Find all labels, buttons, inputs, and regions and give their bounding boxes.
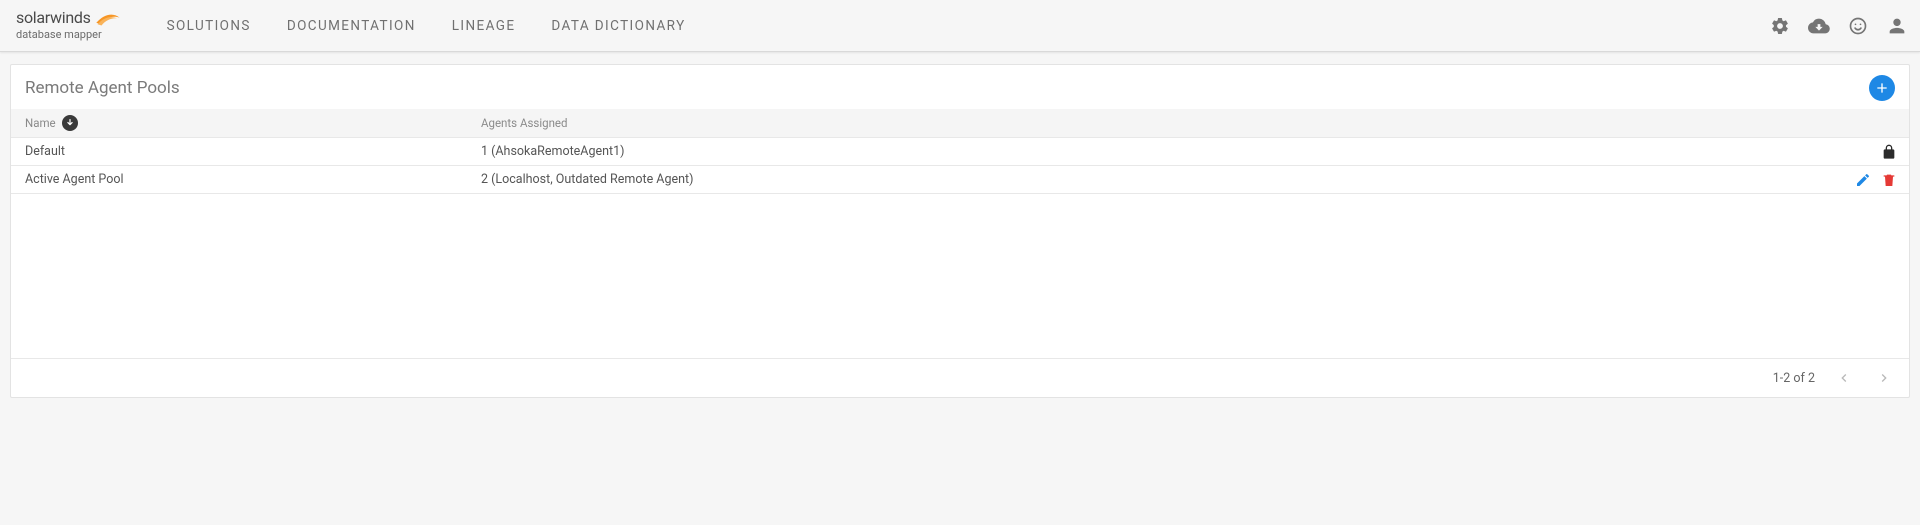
settings-icon[interactable]: [1770, 16, 1790, 36]
content-area: Remote Agent Pools Name Agents Assigned: [0, 52, 1920, 410]
feedback-smiley-icon[interactable]: [1848, 16, 1868, 36]
topbar-actions: [1770, 15, 1908, 37]
brand-swoosh-icon: [95, 11, 121, 27]
brand-name: solarwinds: [16, 10, 91, 27]
edit-button[interactable]: [1855, 172, 1871, 188]
user-account-icon[interactable]: [1886, 15, 1908, 37]
brand: solarwinds database mapper: [16, 10, 121, 40]
nav-lineage[interactable]: LINEAGE: [452, 18, 516, 34]
sort-desc-icon: [62, 115, 78, 131]
pool-name: Default: [25, 144, 65, 159]
column-header-name[interactable]: Name: [11, 109, 471, 137]
nav-documentation[interactable]: DOCUMENTATION: [287, 18, 416, 34]
add-pool-button[interactable]: [1869, 75, 1895, 101]
table-row[interactable]: Active Agent Pool 2 (Localhost, Outdated…: [11, 166, 1909, 194]
table-row[interactable]: Default 1 (AhsokaRemoteAgent1): [11, 138, 1909, 166]
brand-product: database mapper: [16, 29, 121, 41]
next-page-button[interactable]: [1873, 367, 1895, 389]
nav-data-dictionary[interactable]: DATA DICTIONARY: [551, 18, 685, 34]
cloud-download-icon[interactable]: [1808, 15, 1830, 37]
pools-table: Name Agents Assigned Default 1 (AhsokaRe…: [11, 109, 1909, 358]
prev-page-button[interactable]: [1833, 367, 1855, 389]
column-header-agents[interactable]: Agents Assigned: [471, 110, 1829, 136]
pagination-summary: 1-2 of 2: [1773, 371, 1815, 386]
main-nav: SOLUTIONS DOCUMENTATION LINEAGE DATA DIC…: [167, 18, 1770, 34]
pool-agents: 1 (AhsokaRemoteAgent1): [481, 144, 624, 159]
column-header-name-label: Name: [25, 116, 56, 130]
remote-agent-pools-card: Remote Agent Pools Name Agents Assigned: [10, 64, 1910, 398]
table-header-row: Name Agents Assigned: [11, 109, 1909, 138]
pagination-bar: 1-2 of 2: [11, 358, 1909, 397]
delete-button[interactable]: [1881, 172, 1897, 188]
nav-solutions[interactable]: SOLUTIONS: [167, 18, 251, 34]
pool-agents: 2 (Localhost, Outdated Remote Agent): [481, 172, 693, 187]
pool-name: Active Agent Pool: [25, 172, 124, 187]
topbar: solarwinds database mapper SOLUTIONS DOC…: [0, 0, 1920, 52]
card-header: Remote Agent Pools: [11, 65, 1909, 109]
lock-icon: [1881, 144, 1897, 160]
page-title: Remote Agent Pools: [25, 78, 180, 98]
column-header-agents-label: Agents Assigned: [481, 116, 568, 130]
table-body: Default 1 (AhsokaRemoteAgent1) Active Ag…: [11, 138, 1909, 358]
column-header-actions: [1829, 119, 1909, 127]
